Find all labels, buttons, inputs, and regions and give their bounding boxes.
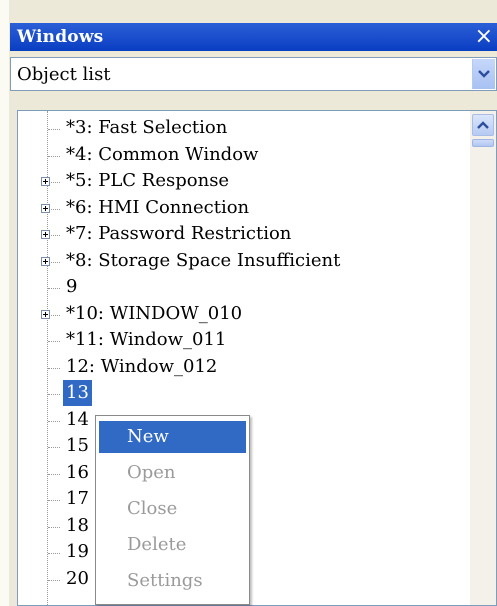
object-tree: *3: Fast Selection *4: Common Window *5: P… <box>17 110 497 606</box>
tree-item[interactable]: *8: Storage Space Insufficient <box>18 248 468 274</box>
tree-item-label: 12: Window_012 <box>66 355 218 377</box>
tree-item-label: *3: Fast Selection <box>66 117 228 138</box>
menu-item-delete[interactable]: Delete <box>99 529 246 561</box>
expand-plus-icon[interactable] <box>41 230 50 239</box>
tree-item[interactable]: *7: Password Restriction <box>18 221 468 247</box>
context-menu: New Open Close Delete Settings <box>95 415 250 605</box>
tree-connector <box>48 367 60 369</box>
expand-plus-icon[interactable] <box>41 256 50 266</box>
menu-item-open[interactable]: Open <box>99 457 246 489</box>
tree-item[interactable]: *6: HMI Connection <box>18 195 468 221</box>
tree-item[interactable]: *11: Window_011 <box>18 327 468 353</box>
tree-connector <box>48 579 60 581</box>
tree-connector <box>48 447 60 448</box>
tree-item-label: *7: Password Restriction <box>66 223 292 244</box>
expand-plus-icon[interactable] <box>41 203 50 213</box>
tree-item-label: 9 <box>66 276 78 297</box>
windows-panel: Windows × Object list *3: Fast Selection… <box>0 0 497 606</box>
tree-item-label: 13 <box>63 380 92 406</box>
tree-item-label: 17 <box>66 488 89 509</box>
tree-connector <box>48 473 60 475</box>
tree-item-label: *5: PLC Response <box>66 170 230 191</box>
tree-item[interactable]: 13 <box>18 380 468 406</box>
tree-item[interactable]: 9 <box>18 274 468 300</box>
tree-item-label: *10: WINDOW_010 <box>66 302 243 324</box>
object-list-dropdown[interactable]: Object list <box>10 57 497 91</box>
tree-connector <box>48 129 60 130</box>
tree-item-label: 15 <box>66 435 89 456</box>
tree-item-label: *4: Common Window <box>66 143 259 165</box>
tree-item-label: 19 <box>66 541 89 562</box>
tree-item[interactable]: *3: Fast Selection <box>18 115 468 141</box>
tree-item-label: 20 <box>66 567 89 589</box>
tree-connector <box>48 394 60 395</box>
tree-item-label: 18 <box>66 514 89 536</box>
tree-connector <box>48 288 60 289</box>
menu-item-close[interactable]: Close <box>99 493 246 525</box>
panel-titlebar: Windows × <box>10 23 497 51</box>
tree-item[interactable]: 12: Window_012 <box>18 354 468 380</box>
left-strip <box>0 0 9 606</box>
tree-item-label: *11: Window_011 <box>66 329 227 350</box>
close-icon[interactable]: × <box>475 24 493 49</box>
tree-item[interactable]: *5: PLC Response <box>18 168 468 194</box>
tree-connector <box>48 341 60 342</box>
tree-connector <box>48 500 60 501</box>
chevron-down-icon[interactable] <box>472 59 495 89</box>
menu-item-new[interactable]: New <box>99 421 246 453</box>
tree-item-label: 14 <box>66 408 89 430</box>
tree-item-label: 16 <box>66 461 89 483</box>
vertical-scrollbar[interactable] <box>470 111 496 605</box>
dropdown-value: Object list <box>17 64 111 85</box>
tree-connector <box>48 553 60 554</box>
tree-item-label: *8: Storage Space Insufficient <box>66 249 341 271</box>
scroll-up-button[interactable] <box>472 114 494 136</box>
tree-item[interactable]: *10: WINDOW_010 <box>18 301 468 327</box>
tree-item-label: *6: HMI Connection <box>66 196 250 218</box>
tree-connector <box>48 155 60 157</box>
menu-item-settings[interactable]: Settings <box>99 565 246 597</box>
panel-title: Windows <box>17 27 104 47</box>
tree-connector <box>48 420 60 422</box>
tree-connector <box>48 526 60 528</box>
scroll-thumb[interactable] <box>472 139 494 147</box>
tree-item[interactable]: *4: Common Window <box>18 142 468 168</box>
expand-plus-icon[interactable] <box>41 177 50 186</box>
expand-plus-icon[interactable] <box>41 309 50 319</box>
